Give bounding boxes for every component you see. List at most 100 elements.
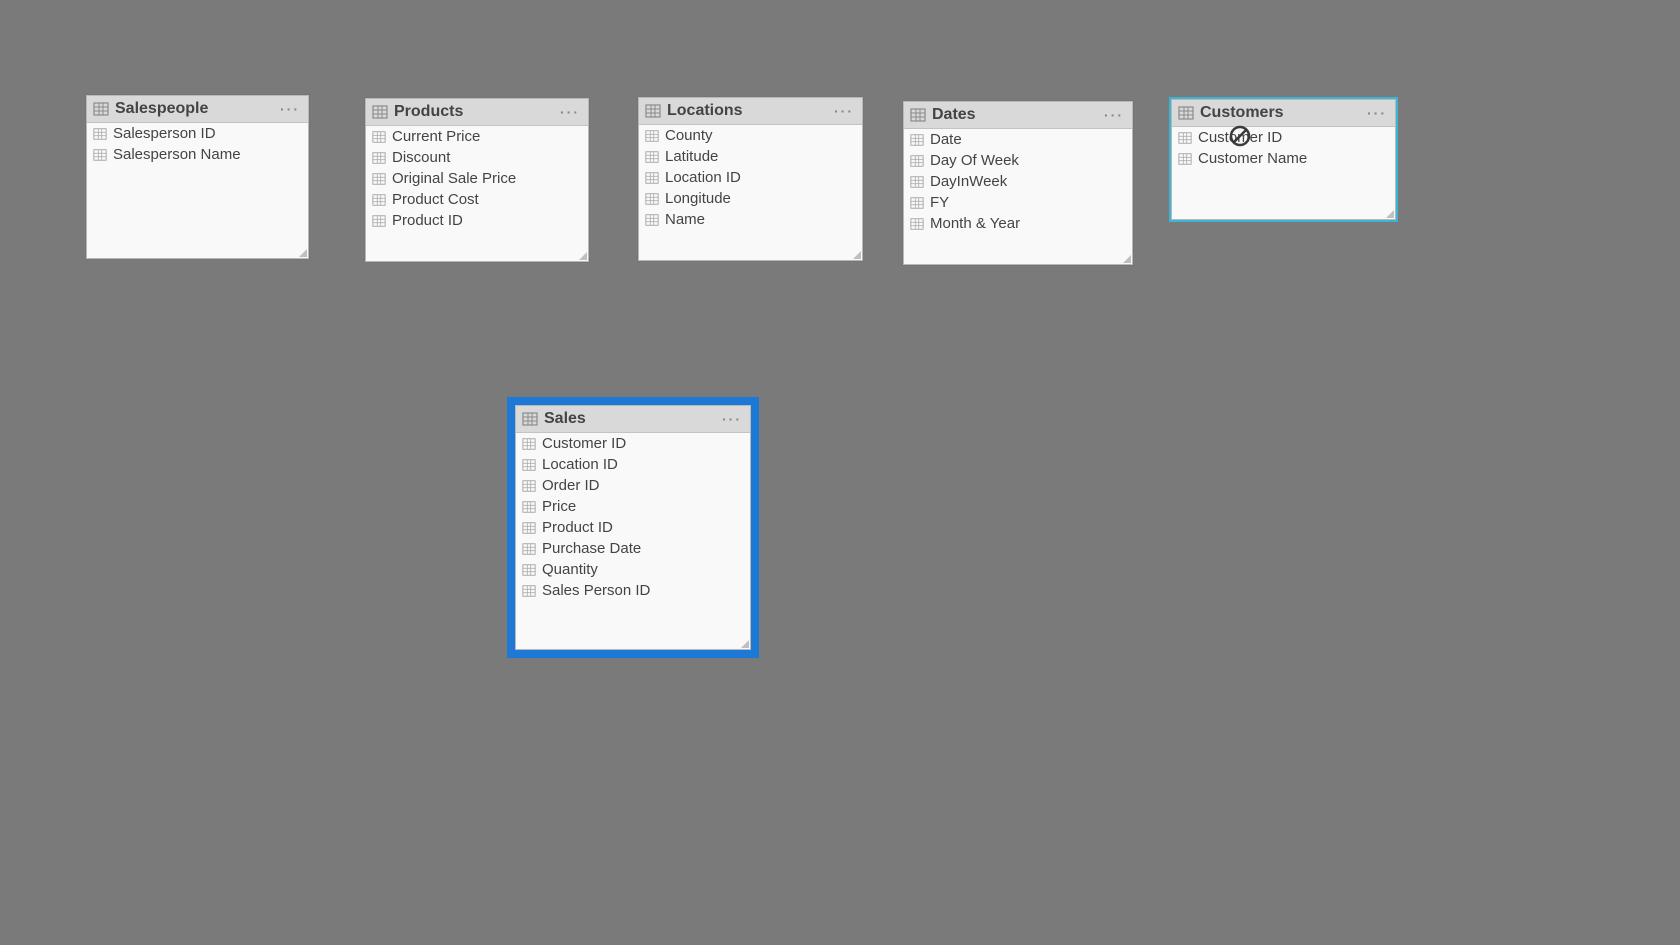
field-label: Date — [930, 131, 962, 148]
table-fields-sales[interactable]: Customer ID Location ID Order ID Price Produ… — [516, 433, 750, 650]
field-row[interactable]: Salesperson ID — [87, 123, 308, 144]
field-label: Location ID — [665, 169, 741, 186]
table-header-customers[interactable]: Customers ··· — [1172, 100, 1395, 127]
resize-handle[interactable] — [1385, 209, 1395, 219]
field-label: Location ID — [542, 456, 618, 473]
column-icon — [522, 458, 536, 472]
field-row[interactable]: Location ID — [516, 454, 750, 475]
table-title: Products — [394, 103, 463, 121]
column-icon — [910, 154, 924, 168]
field-row[interactable]: Name — [639, 209, 862, 230]
column-icon — [1178, 131, 1192, 145]
table-salespeople[interactable]: Salespeople ··· Salesperson IDSalesperson … — [86, 95, 309, 259]
column-icon — [522, 542, 536, 556]
field-label: Longitude — [665, 190, 731, 207]
column-icon — [645, 213, 659, 227]
field-row[interactable]: County — [639, 125, 862, 146]
table-icon — [93, 101, 109, 117]
table-title: Locations — [667, 102, 743, 120]
table-header-dates[interactable]: Dates··· — [904, 102, 1132, 129]
field-label: FY — [930, 194, 949, 211]
field-label: Customer Name — [1198, 150, 1307, 167]
table-title: Salespeople — [115, 100, 208, 118]
table-fields-salespeople[interactable]: Salesperson IDSalesperson Name — [87, 123, 308, 259]
field-row[interactable]: Latitude — [639, 146, 862, 167]
table-menu-button[interactable]: ··· — [832, 103, 856, 119]
table-sales[interactable]: Sales ··· Customer ID Location ID Order ID Pr… — [515, 405, 751, 650]
column-icon — [645, 192, 659, 206]
column-icon — [645, 150, 659, 164]
field-row[interactable]: Date — [904, 129, 1132, 150]
field-label: Quantity — [542, 561, 598, 578]
field-label: Customer ID — [542, 435, 626, 452]
table-fields-dates[interactable]: Date Day Of WeekDayInWeek FY Month & Year — [904, 129, 1132, 265]
resize-handle[interactable] — [298, 248, 308, 258]
table-products[interactable]: Products ··· Current PriceDiscountOriginal… — [365, 98, 589, 262]
table-header-sales[interactable]: Sales ··· — [516, 406, 750, 433]
resize-handle[interactable] — [1122, 254, 1132, 264]
field-row[interactable]: Purchase Date — [516, 538, 750, 559]
field-row[interactable]: Product ID — [366, 210, 588, 231]
field-row[interactable]: Month & Year — [904, 213, 1132, 234]
field-label: Purchase Date — [542, 540, 641, 557]
field-label: Latitude — [665, 148, 718, 165]
table-dates[interactable]: Dates··· Date Day Of WeekDayInWeek FY Month … — [903, 101, 1133, 265]
table-menu-button[interactable]: ··· — [278, 101, 302, 117]
field-row[interactable]: Order ID — [516, 475, 750, 496]
field-row[interactable]: Product ID — [516, 517, 750, 538]
table-header-products[interactable]: Products ··· — [366, 99, 588, 126]
field-row[interactable]: Salesperson Name — [87, 144, 308, 165]
field-row[interactable]: Longitude — [639, 188, 862, 209]
column-icon — [522, 500, 536, 514]
field-label: Month & Year — [930, 215, 1020, 232]
table-customers[interactable]: Customers ··· Customer ID Customer Name — [1171, 99, 1396, 220]
column-icon — [1178, 152, 1192, 166]
column-icon — [910, 196, 924, 210]
field-row[interactable]: Day Of Week — [904, 150, 1132, 171]
table-menu-button[interactable]: ··· — [1102, 107, 1126, 123]
resize-handle[interactable] — [740, 639, 750, 649]
field-row[interactable]: Customer ID — [1172, 127, 1395, 148]
model-canvas[interactable]: Salespeople ··· Salesperson IDSalesperson … — [0, 0, 1680, 945]
field-label: Product ID — [392, 212, 463, 229]
field-row[interactable]: Sales Person ID — [516, 580, 750, 601]
table-fields-products[interactable]: Current PriceDiscountOriginal Sale Price… — [366, 126, 588, 262]
field-row[interactable]: Discount — [366, 147, 588, 168]
field-row[interactable]: Price — [516, 496, 750, 517]
column-icon — [372, 193, 386, 207]
field-row[interactable]: Current Price — [366, 126, 588, 147]
column-icon — [522, 437, 536, 451]
field-label: Product Cost — [392, 191, 479, 208]
column-icon — [645, 171, 659, 185]
field-row[interactable]: FY — [904, 192, 1132, 213]
field-row[interactable]: Quantity — [516, 559, 750, 580]
table-menu-button[interactable]: ··· — [1365, 105, 1389, 121]
table-icon — [1178, 105, 1194, 121]
column-icon — [372, 151, 386, 165]
field-row[interactable]: Customer ID — [516, 433, 750, 454]
field-label: Price — [542, 498, 576, 515]
field-row[interactable]: Customer Name — [1172, 148, 1395, 169]
table-locations[interactable]: Locations ··· County Latitude Location ID Lon… — [638, 97, 863, 261]
table-title: Customers — [1200, 104, 1284, 122]
resize-handle[interactable] — [852, 250, 862, 260]
field-label: Customer ID — [1198, 129, 1282, 146]
resize-handle[interactable] — [578, 251, 588, 261]
column-icon — [93, 127, 107, 141]
table-icon — [910, 107, 926, 123]
table-title: Sales — [544, 410, 586, 428]
column-icon — [910, 175, 924, 189]
table-header-locations[interactable]: Locations ··· — [639, 98, 862, 125]
field-label: Sales Person ID — [542, 582, 650, 599]
field-label: County — [665, 127, 713, 144]
field-row[interactable]: Original Sale Price — [366, 168, 588, 189]
table-fields-customers[interactable]: Customer ID Customer Name — [1172, 127, 1395, 220]
table-menu-button[interactable]: ··· — [558, 104, 582, 120]
field-row[interactable]: Product Cost — [366, 189, 588, 210]
table-menu-button[interactable]: ··· — [720, 411, 744, 427]
table-fields-locations[interactable]: County Latitude Location ID Longitude Name — [639, 125, 862, 261]
table-header-salespeople[interactable]: Salespeople ··· — [87, 96, 308, 123]
field-row[interactable]: DayInWeek — [904, 171, 1132, 192]
field-label: Product ID — [542, 519, 613, 536]
field-row[interactable]: Location ID — [639, 167, 862, 188]
